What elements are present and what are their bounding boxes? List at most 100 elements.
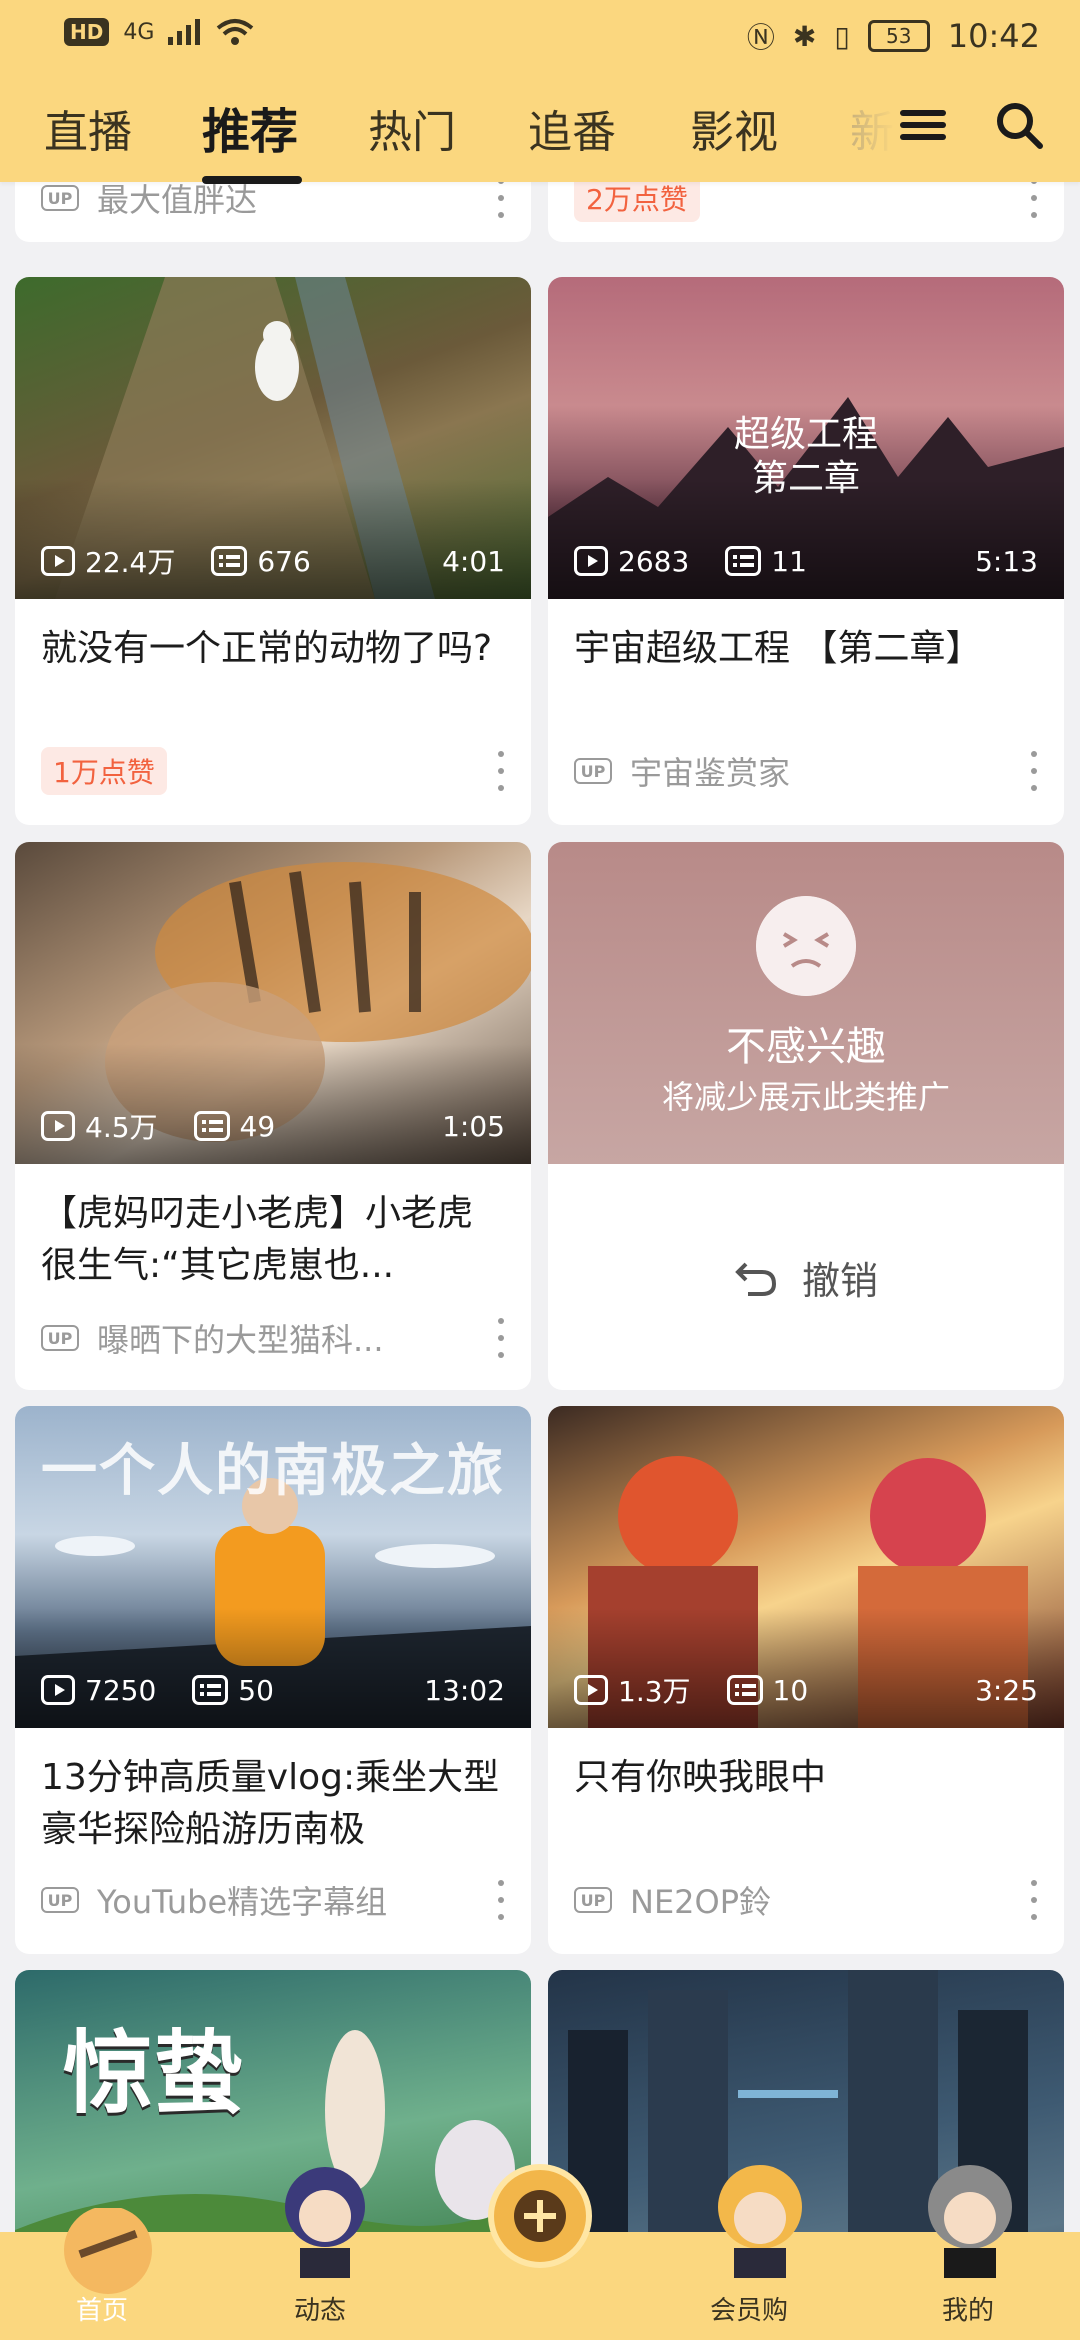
uploader-name: NE2OP鈴 [630,1883,772,1921]
video-card[interactable]: 4.5万 49 1:05 【虎妈叼走小老虎】小老虎很生气:“其它虎崽也... U… [15,842,531,1390]
up-badge: UP [574,758,612,784]
up-badge: UP [41,1887,79,1913]
nav-mine[interactable]: 我的 [942,2290,994,2327]
danmaku-icon [725,546,762,576]
view-count: 2683 [618,544,690,578]
undo-button[interactable]: 撤销 [548,1250,1064,1305]
danmaku-icon [193,1111,230,1141]
nav-home[interactable]: 首页 [76,2290,128,2327]
duration: 4:01 [442,544,505,578]
up-badge: UP [41,185,79,211]
more-options-icon[interactable] [497,751,505,791]
video-card[interactable]: 22.4万 676 4:01 就没有一个正常的动物了吗? 1万点赞 [15,277,531,825]
not-interested-banner: 不感兴趣 将减少展示此类推广 [548,842,1064,1164]
hd-badge: HD [64,18,110,46]
bottom-navigation: 首页 动态 会员购 我的 [0,2164,1080,2340]
vip-mascot-icon [718,2165,802,2278]
thumbnail-caption: 惊蛰 [63,2021,243,2126]
nav-vip-shop[interactable]: 会员购 [710,2290,788,2327]
video-thumbnail: 超级工程 第二章 2683 11 5:13 [548,277,1064,599]
more-options-icon[interactable] [1030,182,1038,218]
wifi-icon [217,19,254,45]
bluetooth-icon: ✱ [792,19,817,53]
more-options-icon[interactable] [1030,1880,1038,1920]
video-thumbnail: 22.4万 676 4:01 [15,277,531,599]
video-thumbnail: 一个人的南极之旅 7250 50 13:02 [15,1406,531,1728]
like-badge: 2万点赞 [574,182,700,222]
tab-bangumi[interactable]: 追番 [528,96,616,160]
video-card[interactable]: 一个人的南极之旅 7250 50 13:02 13分钟高质量vlog:乘坐大型豪… [15,1406,531,1954]
active-tab-indicator [202,176,302,184]
view-count: 7250 [85,1673,157,1707]
category-tabs: 直播 推荐 热门 追番 影视 新 [0,90,1080,184]
play-count-icon [41,546,75,576]
danmaku-icon [726,1675,763,1705]
play-count-icon [574,546,608,576]
network-label: 4G [123,19,155,45]
battery-indicator: 53 [867,20,930,52]
not-interested-title: 不感兴趣 [726,1024,886,1070]
thumbnail-caption: 一个人的南极之旅 [41,1439,505,1504]
danmaku-count: 11 [771,544,807,578]
video-thumbnail: 1.3万 10 3:25 [548,1406,1064,1728]
unhappy-face-icon [756,896,856,996]
video-title: 13分钟高质量vlog:乘坐大型豪华探险船游历南极 [41,1757,500,1850]
duration: 3:25 [975,1673,1038,1707]
uploader-name: 宇宙鉴赏家 [630,754,791,792]
search-icon[interactable] [994,100,1044,150]
video-feed: UP 最大值胖达 2万点赞 22.4万 676 4:01 就没有一个正常的动物了… [0,182,1080,2232]
not-interested-card: 不感兴趣 将减少展示此类推广 撤销 [548,842,1064,1390]
tab-movies[interactable]: 影视 [690,96,778,160]
vibrate-icon: ▯ [834,19,850,53]
danmaku-count: 49 [239,1109,276,1143]
play-count-icon [41,1675,75,1705]
duration: 1:05 [442,1109,505,1143]
plus-icon [514,2190,566,2242]
uploader-name: YouTube精选字幕组 [97,1883,388,1921]
video-card-partial-right[interactable]: 2万点赞 [548,182,1064,242]
view-count: 22.4万 [85,546,176,579]
signal-icon [168,19,201,45]
more-options-icon[interactable] [497,1318,505,1358]
video-title: 只有你映我眼中 [574,1757,827,1798]
duration: 13:02 [424,1673,505,1707]
play-count-icon [41,1111,75,1141]
danmaku-count: 10 [772,1673,809,1707]
like-badge: 1万点赞 [41,747,167,795]
view-count: 1.3万 [618,1675,691,1708]
up-badge: UP [41,1325,79,1351]
more-options-icon[interactable] [497,1880,505,1920]
video-title: 宇宙超级工程 【第二章】 [574,628,982,669]
video-card-partial-left[interactable]: UP 最大值胖达 [15,182,531,242]
danmaku-count: 676 [257,544,311,578]
undo-icon [735,1262,776,1296]
mine-mascot-icon [928,2165,1012,2278]
nfc-icon: Ⓝ [746,21,775,54]
view-count: 4.5万 [85,1111,158,1144]
tab-fade [835,90,895,182]
play-count-icon [574,1675,608,1705]
up-badge: UP [574,1887,612,1913]
tab-hot[interactable]: 热门 [368,96,456,160]
video-card[interactable]: 1.3万 10 3:25 只有你映我眼中 UP NE2OP鈴 [548,1406,1064,1954]
uploader-name: 曝晒下的大型猫科... [97,1321,384,1359]
video-title: 【虎妈叼走小老虎】小老虎很生气:“其它虎崽也... [41,1193,474,1286]
danmaku-count: 50 [238,1673,274,1707]
menu-icon[interactable] [900,104,946,150]
video-thumbnail: 4.5万 49 1:05 [15,842,531,1164]
create-button[interactable] [488,2164,592,2268]
tab-live[interactable]: 直播 [44,96,132,160]
duration: 5:13 [975,544,1038,578]
more-options-icon[interactable] [1030,751,1038,791]
video-card[interactable]: 超级工程 第二章 2683 11 5:13 宇宙超级工程 【第二章】 UP 宇宙… [548,277,1064,825]
danmaku-icon [192,1675,229,1705]
nav-dynamic[interactable]: 动态 [294,2290,346,2327]
danmaku-icon [211,546,248,576]
uploader-name: 最大值胖达 [97,182,258,219]
not-interested-subtitle: 将减少展示此类推广 [661,1078,950,1116]
tab-recommend[interactable]: 推荐 [202,92,298,162]
undo-label: 撤销 [801,1259,878,1303]
top-header: HD 4G Ⓝ ✱ ▯ 53 10:42 直播 推荐 热门 追番 影视 新 [0,0,1080,184]
dynamic-mascot-icon [285,2167,365,2278]
more-options-icon[interactable] [497,182,505,218]
